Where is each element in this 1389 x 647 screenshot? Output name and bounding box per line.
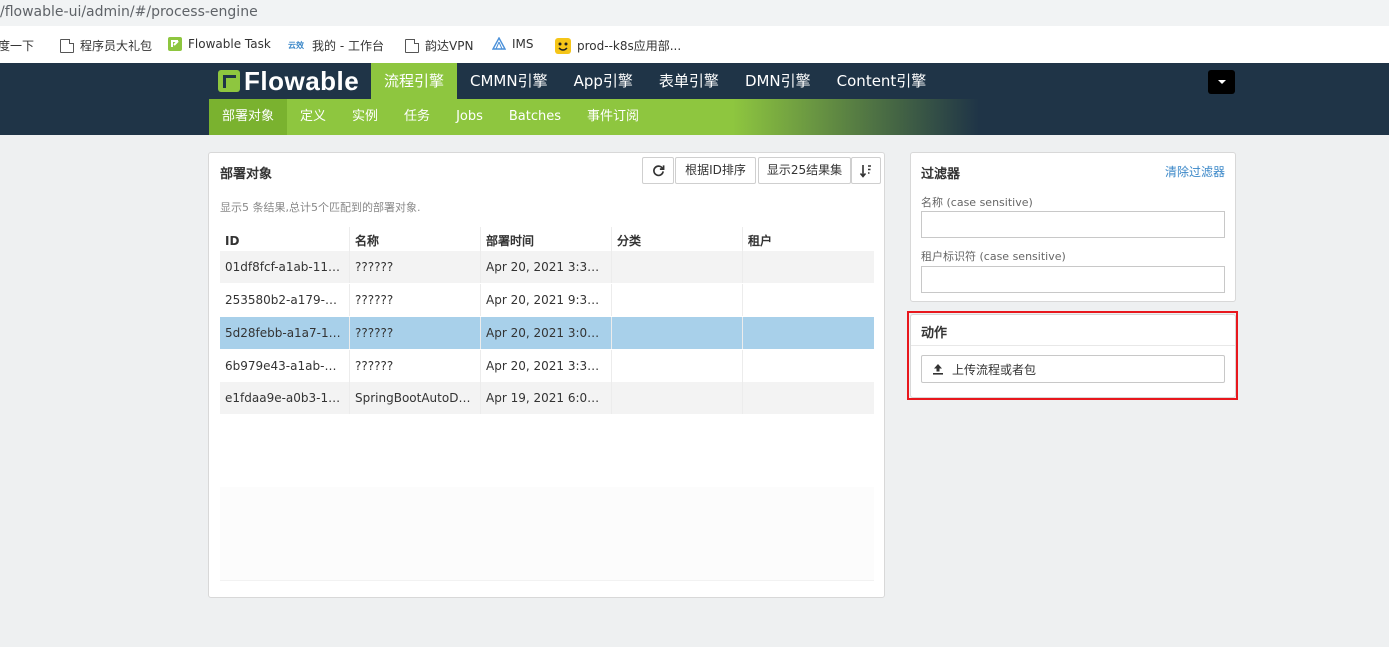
tenant-filter-label: 租户标识符 (case sensitive) [921, 250, 1066, 263]
cell-name: ?????? [350, 284, 481, 316]
table-row[interactable]: 6b979e43-a1ab-11eb-9d5e-5c2c31e8a5b4 ???… [220, 350, 874, 382]
bookmark-k8s[interactable]: prod--k8s应用部... [555, 37, 681, 54]
yunxiao-icon: 云效 [288, 41, 304, 50]
upload-icon [933, 364, 943, 375]
tenant-filter-input[interactable] [921, 266, 1225, 293]
engine-nav: 流程引擎 CMMN引擎 App引擎 表单引擎 DMN引擎 Content引擎 [371, 63, 939, 99]
cell-deploy-time: Apr 20, 2021 3:38 PM [481, 350, 612, 382]
name-filter-input[interactable] [921, 211, 1225, 238]
table-row[interactable]: 253580b2-a179-11eb-9d5e-5c2c31e8a5b4 ???… [220, 284, 874, 316]
cell-category [612, 251, 743, 283]
cell-name: SpringBootAutoDeployment [350, 382, 481, 414]
cell-category [612, 317, 743, 349]
subtab-definitions[interactable]: 定义 [287, 99, 339, 135]
bookmark-label: IMS [512, 37, 534, 51]
upload-process-button[interactable]: 上传流程或者包 [921, 355, 1225, 383]
actions-panel: 动作 上传流程或者包 [910, 314, 1236, 398]
cell-deploy-time: Apr 20, 2021 9:38 AM [481, 284, 612, 316]
cell-category [612, 284, 743, 316]
bookmark-baidu[interactable]: 百度一下 [0, 37, 34, 54]
sort-direction-icon [859, 165, 871, 178]
subtab-jobs[interactable]: Jobs [443, 99, 496, 135]
upload-button-label: 上传流程或者包 [952, 362, 1037, 377]
bookmark-vpn[interactable]: 韵达VPN [405, 37, 473, 54]
bookmark-label: 我的 - 工作台 [312, 39, 384, 53]
bookmark-label: 程序员大礼包 [80, 39, 153, 53]
result-summary: 显示5 条结果,总计5个匹配到的部署对象. [220, 201, 421, 214]
bookmarks-bar: 百度一下 程序员大礼包 Flowable Task 云效 我的 - 工作台 韵达… [0, 26, 1389, 63]
refresh-button[interactable] [642, 157, 674, 184]
cell-id: 253580b2-a179-11eb-9d5e-5c2c31e8a5b4 [220, 284, 350, 316]
smiley-icon [555, 37, 571, 54]
engine-tab-cmmn[interactable]: CMMN引擎 [457, 63, 561, 99]
clear-filter-link[interactable]: 清除过滤器 [1165, 163, 1225, 180]
engine-tab-app[interactable]: App引擎 [561, 63, 646, 99]
cell-name: ?????? [350, 350, 481, 382]
bookmark-flowable-task[interactable]: Flowable Task [168, 37, 271, 51]
filter-panel: 过滤器 清除过滤器 名称 (case sensitive) 租户标识符 (cas… [910, 152, 1236, 302]
engine-tab-dmn[interactable]: DMN引擎 [732, 63, 824, 99]
flowable-icon [168, 37, 182, 51]
browser-url-text[interactable]: /flowable-ui/admin/#/process-engine [0, 4, 258, 20]
actions-title: 动作 [921, 326, 948, 341]
cell-category [612, 350, 743, 382]
document-icon [405, 38, 419, 53]
ims-icon [492, 37, 506, 50]
cell-id: 6b979e43-a1ab-11eb-9d5e-5c2c31e8a5b4 [220, 350, 350, 382]
engine-tab-form[interactable]: 表单引擎 [646, 63, 732, 99]
grid-empty-area [220, 487, 874, 581]
bookmark-ims[interactable]: IMS [492, 37, 534, 51]
app-header: Flowable 流程引擎 CMMN引擎 App引擎 表单引擎 DMN引擎 Co… [0, 63, 1389, 135]
cell-id: 01df8fcf-a1ab-11eb-9d5e-5c2c31e8a5b4 [220, 251, 350, 283]
browser-url-bar[interactable]: /flowable-ui/admin/#/process-engine [0, 0, 1389, 26]
flowable-logo-text: Flowable [244, 65, 360, 96]
sort-direction-button[interactable] [851, 157, 881, 184]
subtab-instances[interactable]: 实例 [339, 99, 391, 135]
panel-title: 部署对象 [220, 167, 273, 182]
document-icon [60, 38, 74, 53]
cell-name: ?????? [350, 251, 481, 283]
table-row[interactable]: e1fdaa9e-a0b3-11eb-9d5e-5c2c31e8a5b4 Spr… [220, 382, 874, 414]
actions-divider [911, 345, 1235, 346]
sort-by-id-button[interactable]: 根据ID排序 [675, 157, 756, 184]
cell-name: ?????? [350, 317, 481, 349]
cell-deploy-time: Apr 20, 2021 3:09 PM [481, 317, 612, 349]
cell-tenant [743, 251, 874, 283]
cell-deploy-time: Apr 19, 2021 6:06 PM [481, 382, 612, 414]
bookmark-programmer-pack[interactable]: 程序员大礼包 [60, 37, 152, 54]
table-row-selected[interactable]: 5d28febb-a1a7-11eb-9d5e-5c2c31e8a5b4 ???… [220, 317, 874, 349]
flowable-logo-icon [218, 70, 240, 92]
table-row[interactable]: 01df8fcf-a1ab-11eb-9d5e-5c2c31e8a5b4 ???… [220, 251, 874, 283]
subtab-tasks[interactable]: 任务 [391, 99, 443, 135]
filter-title: 过滤器 [921, 167, 961, 182]
cell-tenant [743, 382, 874, 414]
process-sub-nav: 部署对象 定义 实例 任务 Jobs Batches 事件订阅 [209, 99, 979, 135]
flowable-logo[interactable]: Flowable [218, 65, 360, 96]
cell-tenant [743, 317, 874, 349]
bookmark-label: 百度一下 [0, 39, 35, 53]
bookmark-label: Flowable Task [188, 37, 271, 51]
user-menu-dropdown[interactable] [1208, 70, 1235, 94]
subtab-deployments[interactable]: 部署对象 [209, 99, 288, 135]
bookmark-label: 韵达VPN [425, 39, 474, 53]
refresh-icon [652, 165, 664, 177]
engine-tab-content[interactable]: Content引擎 [824, 63, 940, 99]
cell-tenant [743, 284, 874, 316]
subtab-batches[interactable]: Batches [496, 99, 574, 135]
deployments-panel: 部署对象 根据ID排序 显示25结果集 显示5 条结果,总计5个匹配到的部署对象… [208, 152, 885, 598]
cell-tenant [743, 350, 874, 382]
page-size-button[interactable]: 显示25结果集 [758, 157, 851, 184]
subtab-event-subscriptions[interactable]: 事件订阅 [574, 99, 652, 135]
cell-id: e1fdaa9e-a0b3-11eb-9d5e-5c2c31e8a5b4 [220, 382, 350, 414]
name-filter-label: 名称 (case sensitive) [921, 196, 1033, 209]
cell-id: 5d28febb-a1a7-11eb-9d5e-5c2c31e8a5b4 [220, 317, 350, 349]
cell-deploy-time: Apr 20, 2021 3:35 PM [481, 251, 612, 283]
engine-tab-process[interactable]: 流程引擎 [371, 63, 458, 99]
bookmark-workbench[interactable]: 云效 我的 - 工作台 [288, 37, 384, 54]
bookmark-label: prod--k8s应用部... [577, 39, 682, 53]
cell-category [612, 382, 743, 414]
